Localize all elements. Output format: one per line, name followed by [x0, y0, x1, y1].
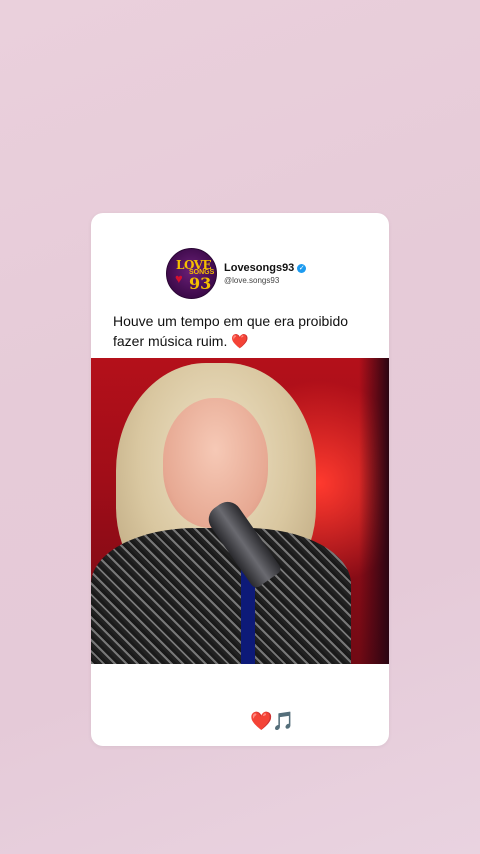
caption-line-2: fazer música ruim. ❤️	[113, 333, 249, 349]
name-row: Lovesongs93 ✓	[224, 262, 307, 274]
avatar-text-93: 93	[189, 274, 212, 293]
post-photo[interactable]	[91, 358, 389, 664]
profile-names: Lovesongs93 ✓ @love.songs93	[224, 262, 307, 285]
post-header: LOVE ♥ SONGS 93 Lovesongs93 ✓ @love.song…	[166, 248, 307, 299]
caption-line-1: Houve um tempo em que era proibido	[113, 313, 349, 329]
post-footer-emoji: ❤️🎵	[250, 711, 295, 732]
stage-shadow	[359, 358, 389, 664]
verified-badge-icon: ✓	[297, 263, 307, 273]
music-note-icon: 🎵	[272, 711, 295, 731]
avatar[interactable]: LOVE ♥ SONGS 93	[166, 248, 217, 299]
post-card: LOVE ♥ SONGS 93 Lovesongs93 ✓ @love.song…	[91, 213, 389, 746]
heart-icon: ♥	[175, 271, 183, 286]
profile-name[interactable]: Lovesongs93	[224, 262, 294, 274]
post-caption: Houve um tempo em que era proibido fazer…	[113, 311, 373, 351]
profile-handle[interactable]: @love.songs93	[224, 276, 306, 285]
sequin-jacket	[91, 528, 351, 664]
heart-emoji-icon: ❤️	[250, 711, 273, 731]
